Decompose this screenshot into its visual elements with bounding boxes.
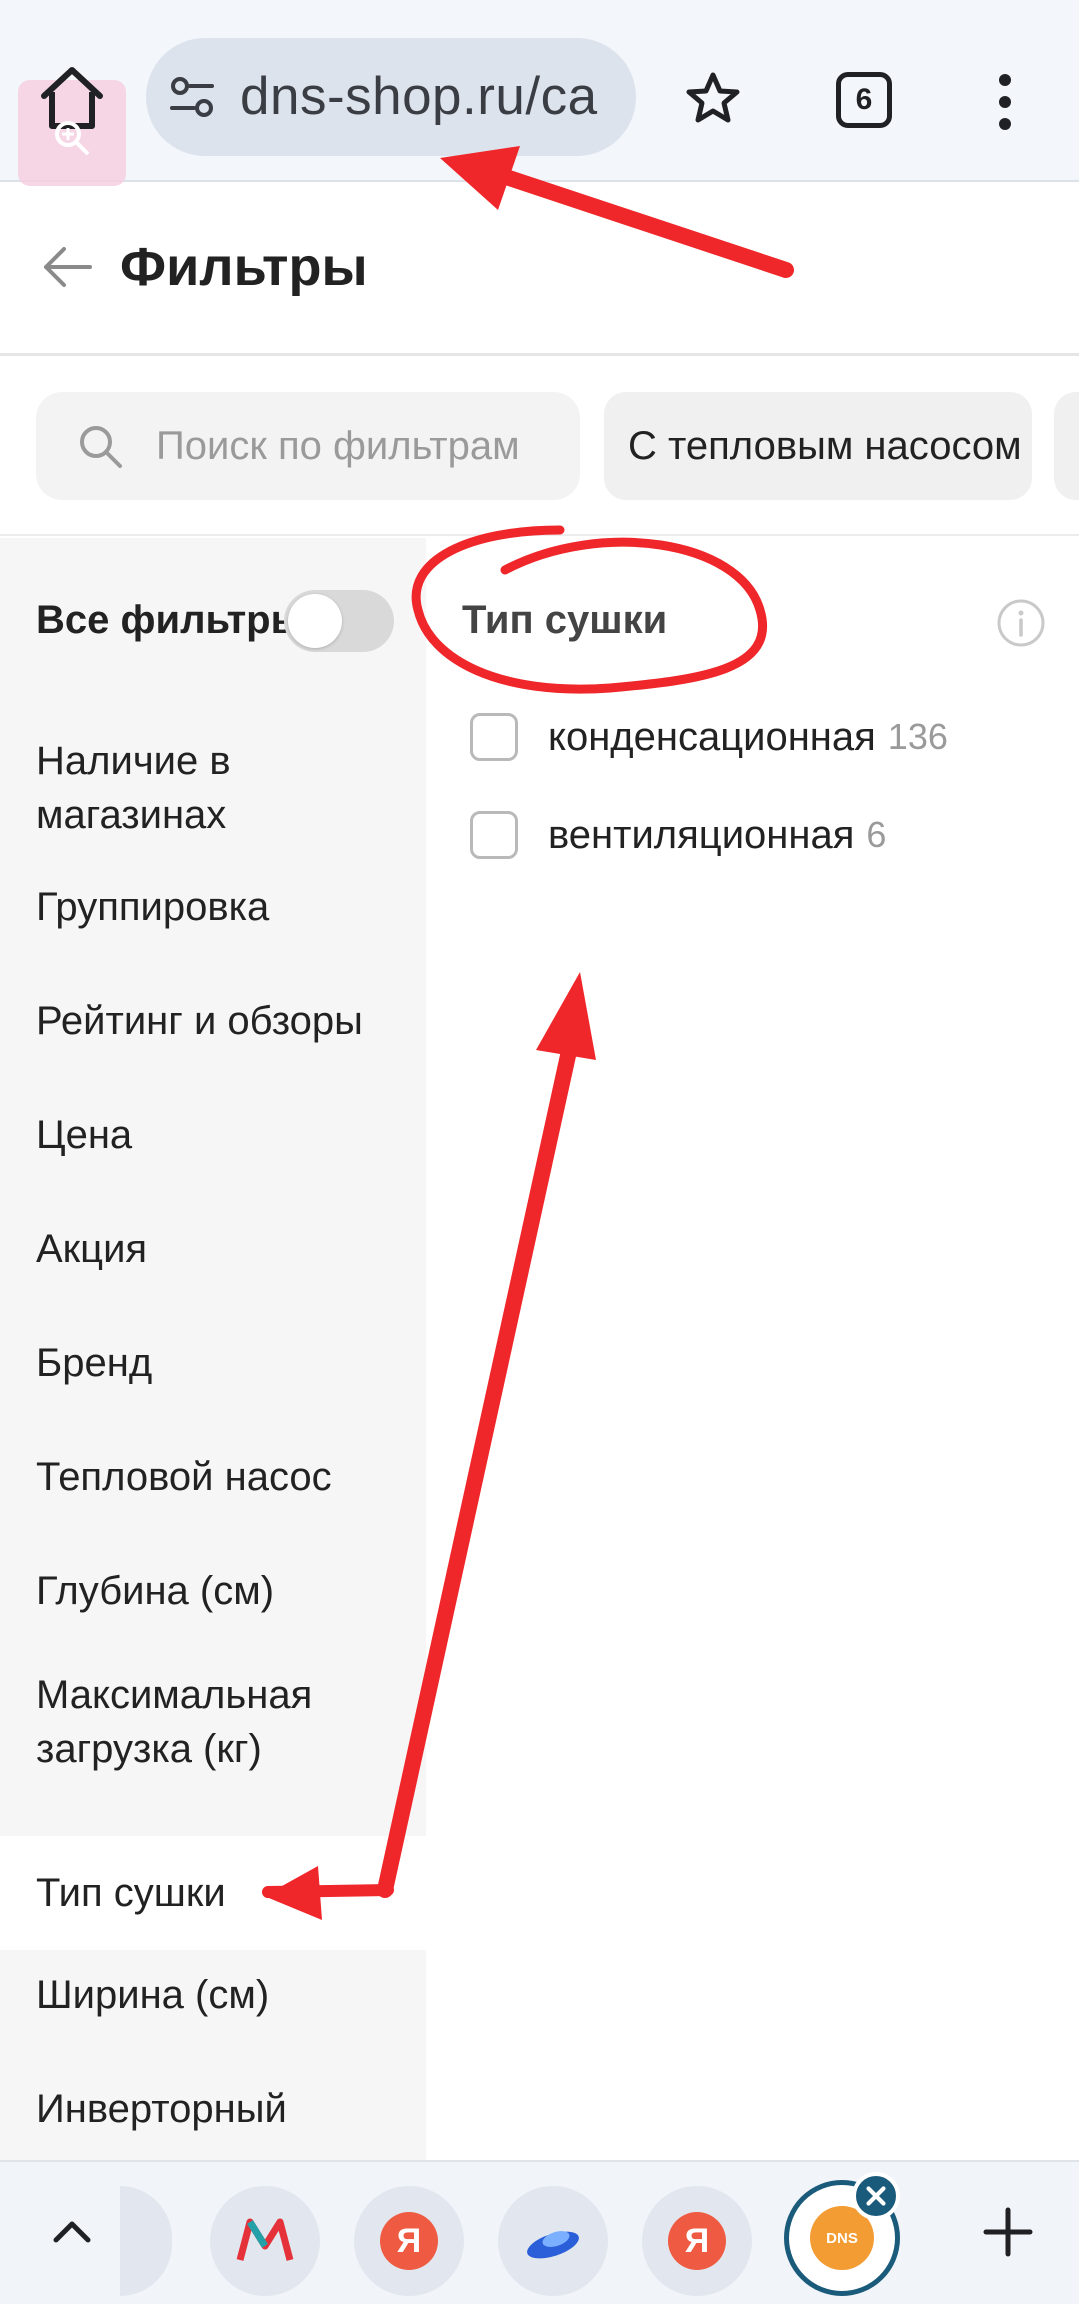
sidebar-item-heat-pump[interactable]: Тепловой насос (0, 1432, 426, 1522)
tab-thumbnail-partial[interactable] (120, 2186, 172, 2296)
sidebar-item-inverter[interactable]: Инверторный (0, 2064, 426, 2154)
address-bar[interactable]: dns-shop.ru/ca (146, 38, 636, 156)
browser-toolbar: dns-shop.ru/ca 6 (0, 0, 1079, 186)
sidebar-item-label: Бренд (36, 1341, 153, 1385)
all-filters-toggle[interactable] (284, 590, 394, 652)
checkbox[interactable] (470, 713, 518, 761)
filter-search-input[interactable]: Поиск по фильтрам (36, 392, 580, 500)
tab-thumbnail-yandex-1[interactable]: Я (354, 2186, 464, 2296)
sidebar-item-price[interactable]: Цена (0, 1090, 426, 1180)
sidebar-item-promo[interactable]: Акция (0, 1204, 426, 1294)
sidebar-item-label: Акция (36, 1227, 148, 1271)
info-icon[interactable] (996, 598, 1046, 648)
new-tab-plus-icon[interactable] (982, 2206, 1034, 2258)
option-ventilation[interactable]: вентиляционная 6 (470, 808, 886, 862)
metro-logo-icon (236, 2218, 294, 2261)
bookmark-star-icon[interactable] (684, 70, 742, 128)
search-icon (80, 426, 122, 468)
sidebar-item-label: Инверторный (36, 2087, 287, 2131)
yandex-logo-icon: Я (380, 2212, 438, 2270)
option-condensation[interactable]: конденсационная 136 (470, 710, 948, 764)
chip-next[interactable] (1054, 392, 1079, 500)
sidebar-item-brand[interactable]: Бренд (0, 1318, 426, 1408)
sidebar-item-max-load[interactable]: Максимальная загрузка (кг) (0, 1662, 426, 1782)
page-header: Фильтры (0, 184, 1079, 356)
sidebar-item-label: Ширина (см) (36, 1973, 270, 2017)
sidebar-item-label: Наличие в магазинах (36, 739, 231, 837)
page-title: Фильтры (120, 237, 368, 297)
chip-label: С тепловым насосом (628, 423, 1022, 468)
tab-switcher-button[interactable]: 6 (836, 72, 892, 128)
option-label: вентиляционная (548, 812, 855, 857)
option-count: 6 (866, 814, 887, 855)
sidebar-item-label: Тепловой насос (36, 1455, 332, 1499)
close-tab-icon[interactable] (852, 2172, 900, 2220)
option-count: 136 (887, 716, 948, 757)
sidebar-item-label: Группировка (36, 885, 270, 929)
sidebar-item-availability[interactable]: Наличие в магазинах (0, 728, 426, 848)
sidebar-item-label: Цена (36, 1113, 133, 1157)
tab-thumbnail-disk[interactable] (498, 2186, 608, 2296)
cloud-disk-icon (527, 2231, 579, 2259)
site-settings-icon[interactable] (166, 72, 218, 122)
sidebar-item-rating[interactable]: Рейтинг и обзоры (0, 976, 426, 1066)
sidebar-item-grouping[interactable]: Группировка (0, 862, 426, 952)
sidebar-item-drying-type[interactable]: Тип сушки (0, 1836, 426, 1950)
zoom-in-icon (55, 121, 90, 156)
all-filters-label: Все фильтры (36, 598, 305, 642)
sidebar-item-depth[interactable]: Глубина (см) (0, 1546, 426, 1636)
checkbox[interactable] (470, 811, 518, 859)
filter-sidebar: Все фильтры Наличие в магазинах Группиро… (0, 538, 426, 2160)
more-menu-icon[interactable] (990, 72, 1020, 132)
toggle-knob (288, 594, 342, 648)
search-row: Поиск по фильтрам С тепловым насосом (0, 358, 1079, 536)
search-placeholder: Поиск по фильтрам (156, 424, 520, 468)
option-label: конденсационная (548, 714, 876, 759)
sidebar-item-label: Рейтинг и обзоры (36, 999, 363, 1043)
sidebar-item-label: Максимальная загрузка (кг) (36, 1673, 313, 1771)
chevron-up-icon[interactable] (48, 2208, 96, 2256)
sidebar-item-label: Тип сушки (36, 1871, 226, 1915)
sidebar-item-label: Глубина (см) (36, 1569, 275, 1613)
tab-strip: Я Я DNS (0, 2160, 1079, 2304)
tab-thumbnail-yandex-2[interactable]: Я (642, 2186, 752, 2296)
tab-count: 6 (855, 83, 873, 116)
back-arrow-icon[interactable] (40, 242, 94, 292)
section-title: Тип сушки (462, 598, 668, 642)
sidebar-item-width[interactable]: Ширина (см) (0, 1950, 426, 2040)
filter-content: Тип сушки конденсационная 136 вентиляцио… (426, 538, 1079, 2160)
tab-thumbnail-metro[interactable] (210, 2186, 320, 2296)
chip-heat-pump[interactable]: С тепловым насосом (604, 392, 1032, 500)
yandex-logo-icon: Я (668, 2212, 726, 2270)
url-text[interactable]: dns-shop.ru/ca (240, 66, 598, 127)
